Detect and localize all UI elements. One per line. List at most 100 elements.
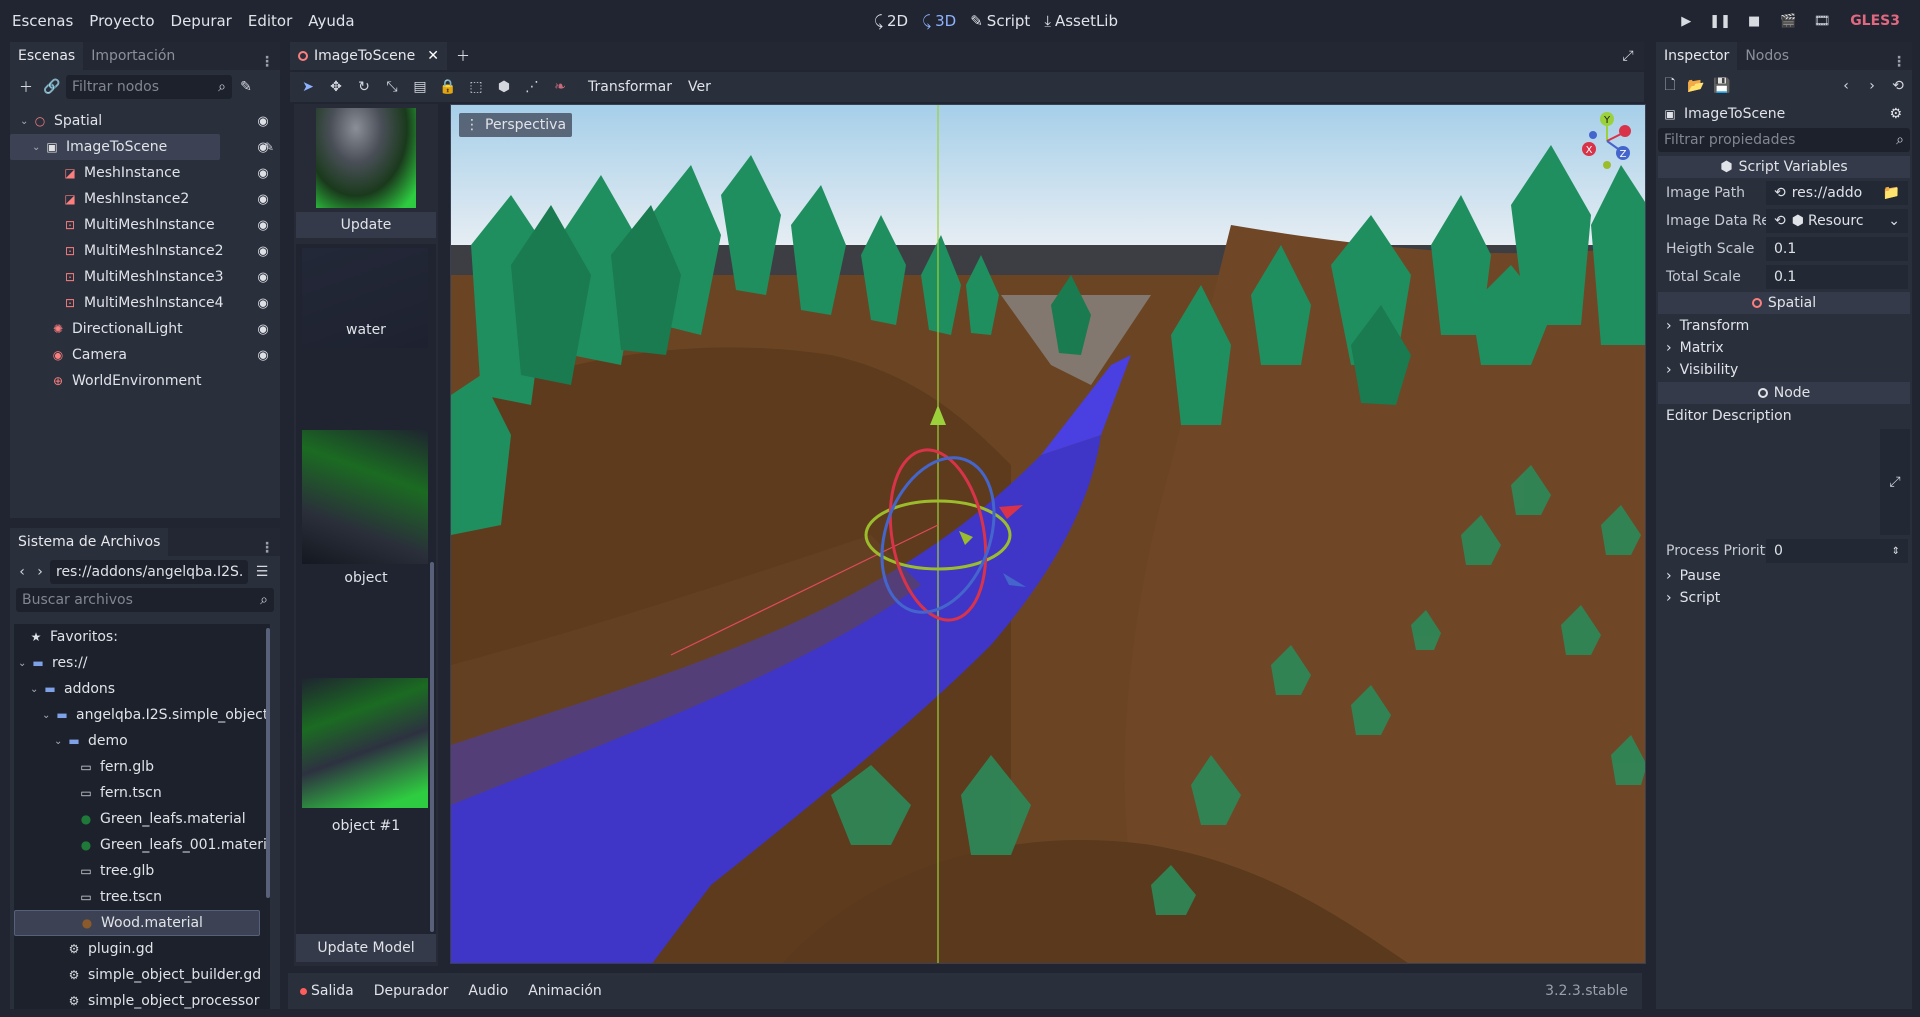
tab-nodos[interactable]: Nodos <box>1737 42 1797 70</box>
workspace-2d[interactable]: ⤹ 2D <box>874 12 908 30</box>
lock-icon[interactable]: 🔒 <box>434 73 462 101</box>
file-item[interactable]: ● Wood.material <box>14 910 260 936</box>
load-resource-icon[interactable]: 📂 <box>1684 74 1708 98</box>
visibility-eye-icon[interactable]: ◉ <box>254 244 272 259</box>
script-variables-section[interactable]: ⬢ Script Variables <box>1658 156 1910 178</box>
process-priority-field[interactable]: 0 ⇕ <box>1766 539 1908 563</box>
dock-menu-icon[interactable]: ⋮ <box>260 54 280 70</box>
chevron-down-icon[interactable]: ⌄ <box>30 684 42 695</box>
transform-group[interactable]: › Transform <box>1658 315 1910 337</box>
workspace-3d[interactable]: ⤹ 3D <box>922 12 956 30</box>
path-field[interactable]: res://addons/angelqba.I2S. <box>50 560 248 584</box>
scene-node-spatial[interactable]: ⌄ ○ Spatial ◉ <box>10 108 280 134</box>
play-custom-scene-icon[interactable]: 🎞 <box>1810 14 1834 29</box>
visibility-eye-icon[interactable]: ◉ <box>254 114 272 129</box>
file-item[interactable]: ● Green_leafs_001.materi <box>14 832 270 858</box>
image-path-field[interactable]: ⟲ res://addo 📁 <box>1766 181 1908 205</box>
scene-node-multimeshinstance[interactable]: ⊡ MultiMeshInstance ◉ <box>10 212 280 238</box>
link-icon[interactable]: 🔗 <box>40 75 64 99</box>
pause-icon[interactable]: ❚❚ <box>1708 14 1732 29</box>
menu-escenas[interactable]: Escenas <box>4 12 81 30</box>
visibility-eye-icon[interactable]: ◉ <box>254 322 272 337</box>
file-tree-scrollbar[interactable] <box>266 628 270 898</box>
visibility-eye-icon[interactable]: ◉ <box>254 270 272 285</box>
move-tool-icon[interactable]: ✥ <box>322 73 350 101</box>
menu-depurar[interactable]: Depurar <box>163 12 240 30</box>
viewport-3d[interactable]: ⋮ Perspectiva Y X Z <box>450 104 1646 964</box>
pause-group[interactable]: › Pause <box>1658 565 1910 587</box>
scene-node-directionallight[interactable]: ✺ DirectionalLight ◉ <box>10 316 280 342</box>
tab-filesystem[interactable]: Sistema de Archivos <box>10 528 169 556</box>
file-item[interactable]: ⚙ plugin.gd <box>14 936 270 962</box>
chevron-down-icon[interactable]: ⌄ <box>18 658 30 669</box>
history-forward-icon[interactable]: › <box>1860 74 1884 98</box>
filter-nodes-input[interactable]: Filtrar nodos ⌕ <box>66 75 232 99</box>
expand-icon[interactable]: ⤢ <box>1889 474 1900 490</box>
file-item[interactable]: ⌄ ▬ angelqba.I2S.simple_object <box>14 702 270 728</box>
new-scene-tab-icon[interactable]: ＋ <box>451 44 475 68</box>
node-section[interactable]: Node <box>1658 382 1910 404</box>
workspace-assetlib[interactable]: ⤓ AssetLib <box>1044 12 1118 30</box>
file-item[interactable]: ▭ fern.tscn <box>14 780 270 806</box>
chevron-down-icon[interactable]: ⌄ <box>32 142 44 153</box>
script-group[interactable]: › Script <box>1658 587 1910 609</box>
scale-tool-icon[interactable]: ⤡ <box>378 73 406 101</box>
view-menu[interactable]: Ver <box>688 79 711 95</box>
transform-menu[interactable]: Transformar <box>588 79 672 95</box>
save-resource-icon[interactable]: 💾 <box>1710 74 1734 98</box>
folder-icon[interactable]: 📁 <box>1883 185 1900 201</box>
local-space-icon[interactable]: ⬢ <box>490 73 518 101</box>
list-select-icon[interactable]: ▤ <box>406 73 434 101</box>
visibility-eye-icon[interactable]: ◉ <box>254 296 272 311</box>
visibility-eye-icon[interactable]: ◉ <box>254 166 272 181</box>
tab-inspector[interactable]: Inspector <box>1656 42 1738 70</box>
tab-escenas[interactable]: Escenas <box>10 42 84 70</box>
tab-audio[interactable]: Audio <box>458 983 518 999</box>
file-item[interactable]: ▭ tree.glb <box>14 858 270 884</box>
scene-node-multimeshinstance4[interactable]: ⊡ MultiMeshInstance4 ◉ <box>10 290 280 316</box>
tab-depurador[interactable]: Depurador <box>364 983 459 999</box>
scene-node-camera[interactable]: ◉ Camera ◉ <box>10 342 280 368</box>
rotate-tool-icon[interactable]: ↻ <box>350 73 378 101</box>
update-button[interactable]: Update <box>296 212 436 238</box>
menu-editor[interactable]: Editor <box>240 12 300 30</box>
forward-icon[interactable]: › <box>32 560 48 584</box>
perspective-menu[interactable]: ⋮ Perspectiva <box>459 113 573 137</box>
update-model-button[interactable]: Update Model <box>296 934 436 962</box>
visibility-eye-icon[interactable]: ◉ <box>254 140 272 155</box>
filter-properties-input[interactable]: Filtrar propiedades ⌕ <box>1658 128 1910 152</box>
file-item[interactable]: ▭ tree.tscn <box>14 884 270 910</box>
file-item[interactable]: ⌄ ▬ demo <box>14 728 270 754</box>
heigth-scale-field[interactable]: 0.1 <box>1766 237 1908 261</box>
scene-node-multimeshinstance3[interactable]: ⊡ MultiMeshInstance3 ◉ <box>10 264 280 290</box>
revert-icon[interactable]: ⟲ <box>1774 185 1786 201</box>
tab-salida[interactable]: Salida <box>307 983 364 999</box>
script-attach-icon[interactable]: ✎ <box>234 75 258 99</box>
close-icon[interactable]: ✕ <box>427 48 439 64</box>
tab-animacion[interactable]: Animación <box>518 983 612 999</box>
play-icon[interactable]: ▶ <box>1674 14 1698 29</box>
menu-proyecto[interactable]: Proyecto <box>81 12 162 30</box>
matrix-group[interactable]: › Matrix <box>1658 337 1910 359</box>
preview-scrollbar[interactable] <box>430 562 434 932</box>
group-icon[interactable]: ⬚ <box>462 73 490 101</box>
stepper-icon[interactable]: ⇕ <box>1892 546 1900 557</box>
scene-node-worldenvironment[interactable]: ⊕ WorldEnvironment <box>10 368 280 394</box>
scene-node-meshinstance[interactable]: ◪ MeshInstance ◉ <box>10 160 280 186</box>
history-icon[interactable]: ⟲ <box>1886 74 1910 98</box>
visibility-eye-icon[interactable]: ◉ <box>254 348 272 363</box>
snap-icon[interactable]: ⋰ <box>518 73 546 101</box>
image-data-resource-field[interactable]: ⟲ ⬢ Resourc ⌄ <box>1766 209 1908 233</box>
scene-node-imagetoscene[interactable]: ⌄ ▣ ImageToScene ✎ ◉ <box>10 134 274 160</box>
chevron-down-icon[interactable]: ⌄ <box>1888 213 1900 229</box>
distraction-free-icon[interactable]: ⤢ <box>1616 44 1640 68</box>
file-item[interactable]: ⌄ ▬ res:// <box>14 650 270 676</box>
visibility-group[interactable]: › Visibility <box>1658 359 1910 381</box>
scene-node-multimeshinstance2[interactable]: ⊡ MultiMeshInstance2 ◉ <box>10 238 280 264</box>
search-files-input[interactable]: Buscar archivos ⌕ <box>16 588 274 612</box>
visibility-eye-icon[interactable]: ◉ <box>254 218 272 233</box>
editor-description-field[interactable]: ⤢ <box>1658 429 1910 535</box>
add-node-icon[interactable]: ＋ <box>14 75 38 99</box>
scene-tab-imagetoscene[interactable]: ImageToScene ✕ <box>290 42 448 70</box>
object-properties-icon[interactable]: ⚙ <box>1889 106 1902 122</box>
